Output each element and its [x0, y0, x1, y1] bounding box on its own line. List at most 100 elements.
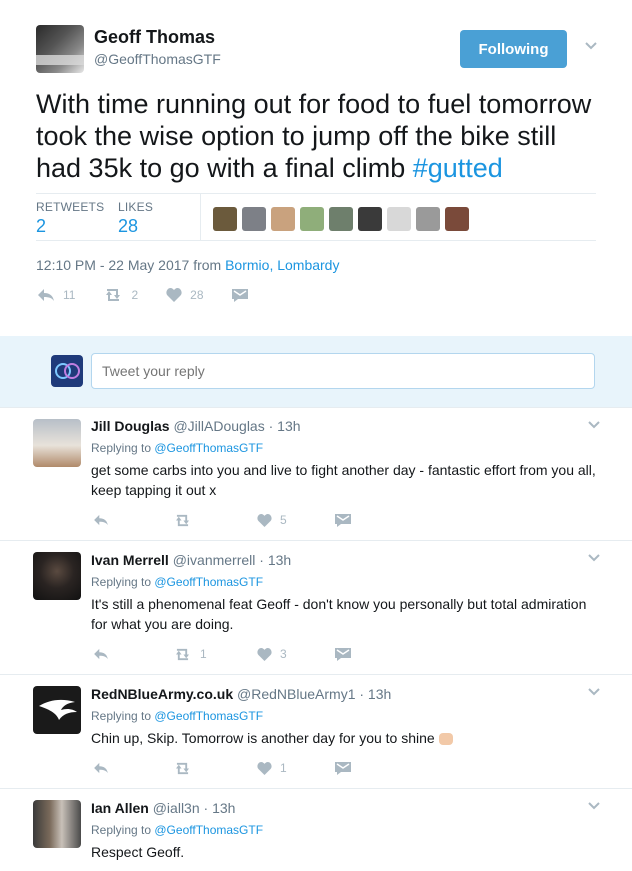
- reply-avatar[interactable]: [33, 800, 81, 848]
- hashtag-link[interactable]: #gutted: [413, 153, 503, 183]
- direct-message-icon[interactable]: [335, 647, 351, 661]
- likes-count[interactable]: 28: [118, 216, 138, 237]
- like-action[interactable]: 3: [257, 647, 335, 661]
- chevron-down-icon[interactable]: [588, 688, 600, 698]
- heart-icon[interactable]: [257, 647, 272, 661]
- liker-avatar[interactable]: [329, 207, 353, 231]
- reply-author-name[interactable]: Ian Allen: [91, 800, 149, 816]
- author-handle[interactable]: @GeoffThomasGTF: [94, 51, 221, 67]
- direct-message-icon[interactable]: [335, 761, 351, 775]
- chevron-down-icon[interactable]: [588, 421, 600, 431]
- mention-link[interactable]: @GeoffThomasGTF: [154, 823, 263, 837]
- reply-author-name[interactable]: RedNBlueArmy.co.uk: [91, 686, 233, 702]
- retweet-icon[interactable]: [173, 648, 192, 661]
- like-action[interactable]: 28: [166, 288, 204, 302]
- reply-time[interactable]: · 13h: [359, 686, 391, 702]
- reply-action[interactable]: [93, 762, 173, 774]
- reply-action[interactable]: 11: [37, 288, 75, 302]
- dm-action[interactable]: [335, 761, 351, 775]
- retweet-action[interactable]: 1: [173, 647, 257, 661]
- reply-input[interactable]: [91, 353, 595, 389]
- replying-to: Replying to @GeoffThomasGTF: [91, 823, 263, 837]
- location-link[interactable]: Bormio, Lombardy: [225, 257, 339, 273]
- reply-action[interactable]: [93, 648, 173, 660]
- dm-action[interactable]: [335, 647, 351, 661]
- reply-action[interactable]: [93, 514, 173, 526]
- reply-header: Jill Douglas @JillADouglas · 13h: [91, 418, 301, 434]
- divider: [36, 193, 596, 194]
- reply-author-name[interactable]: Ivan Merrell: [91, 552, 169, 568]
- reply-icon[interactable]: [93, 648, 109, 660]
- reply-avatar[interactable]: [33, 419, 81, 467]
- author-avatar[interactable]: [36, 25, 84, 73]
- current-user-avatar: [51, 355, 83, 387]
- retweet-icon[interactable]: [173, 514, 192, 527]
- retweets-count[interactable]: 2: [36, 216, 46, 237]
- eagle-logo-icon: [39, 699, 77, 720]
- reply-avatar[interactable]: [33, 686, 81, 734]
- retweet-action[interactable]: [173, 762, 257, 775]
- reply-actions: 1: [93, 761, 351, 775]
- liker-avatars: [213, 207, 469, 231]
- reply-author-handle[interactable]: @iall3n: [153, 800, 200, 816]
- reply-text: Chin up, Skip. Tomorrow is another day f…: [91, 728, 596, 748]
- reply-header: Ivan Merrell @ivanmerrell · 13h: [91, 552, 291, 568]
- reply-icon[interactable]: [37, 288, 55, 302]
- reply-time[interactable]: · 13h: [204, 800, 236, 816]
- reply-item[interactable]: Ivan Merrell @ivanmerrell · 13h Replying…: [0, 540, 632, 674]
- chevron-down-icon[interactable]: [585, 42, 597, 52]
- author-name[interactable]: Geoff Thomas: [94, 27, 215, 48]
- reply-item[interactable]: Jill Douglas @JillADouglas · 13h Replyin…: [0, 407, 632, 540]
- fist-emoji-icon: [438, 733, 453, 745]
- like-count: 28: [190, 288, 204, 302]
- heart-icon[interactable]: [257, 761, 272, 775]
- liker-avatar[interactable]: [387, 207, 411, 231]
- dm-action[interactable]: [231, 288, 248, 302]
- divider: [36, 240, 596, 241]
- reply-text: get some carbs into you and live to figh…: [91, 462, 596, 498]
- replying-to: Replying to @GeoffThomasGTF: [91, 575, 263, 589]
- direct-message-icon[interactable]: [231, 288, 248, 302]
- heart-icon[interactable]: [166, 288, 182, 302]
- reply-author-name[interactable]: Jill Douglas: [91, 418, 170, 434]
- dm-action[interactable]: [335, 513, 351, 527]
- mention-link[interactable]: @GeoffThomasGTF: [154, 575, 263, 589]
- mention-link[interactable]: @GeoffThomasGTF: [154, 709, 263, 723]
- like-action[interactable]: 5: [257, 513, 335, 527]
- replying-prefix: Replying to: [91, 441, 155, 455]
- reply-icon[interactable]: [93, 514, 109, 526]
- liker-avatar[interactable]: [300, 207, 324, 231]
- retweets-label: RETWEETS: [36, 200, 105, 214]
- retweet-icon[interactable]: [103, 288, 123, 302]
- reply-avatar[interactable]: [33, 552, 81, 600]
- liker-avatar[interactable]: [242, 207, 266, 231]
- liker-avatar[interactable]: [358, 207, 382, 231]
- retweet-count: 1: [200, 647, 207, 661]
- retweet-action[interactable]: 2: [103, 288, 138, 302]
- chevron-down-icon[interactable]: [588, 554, 600, 564]
- retweet-action[interactable]: [173, 514, 257, 527]
- stats-separator: [200, 194, 201, 240]
- reply-author-handle[interactable]: @RedNBlueArmy1: [237, 686, 355, 702]
- reply-icon[interactable]: [93, 762, 109, 774]
- liker-avatar[interactable]: [445, 207, 469, 231]
- replying-prefix: Replying to: [91, 823, 155, 837]
- heart-icon[interactable]: [257, 513, 272, 527]
- chevron-down-icon[interactable]: [588, 802, 600, 812]
- following-button[interactable]: Following: [460, 30, 567, 68]
- direct-message-icon[interactable]: [335, 513, 351, 527]
- reply-item[interactable]: Ian Allen @iall3n · 13h Replying to @Geo…: [0, 788, 632, 871]
- reply-author-handle[interactable]: @JillADouglas: [173, 418, 264, 434]
- tweet-body: With time running out for food to fuel t…: [36, 89, 592, 183]
- mention-link[interactable]: @GeoffThomasGTF: [154, 441, 263, 455]
- reply-time[interactable]: · 13h: [259, 552, 291, 568]
- retweet-icon[interactable]: [173, 762, 192, 775]
- reply-time[interactable]: · 13h: [269, 418, 301, 434]
- like-action[interactable]: 1: [257, 761, 335, 775]
- liker-avatar[interactable]: [271, 207, 295, 231]
- liker-avatar[interactable]: [416, 207, 440, 231]
- reply-author-handle[interactable]: @ivanmerrell: [173, 552, 256, 568]
- reply-item[interactable]: RedNBlueArmy.co.uk @RedNBlueArmy1 · 13h …: [0, 674, 632, 788]
- timestamp-text[interactable]: 12:10 PM - 22 May 2017 from: [36, 257, 225, 273]
- liker-avatar[interactable]: [213, 207, 237, 231]
